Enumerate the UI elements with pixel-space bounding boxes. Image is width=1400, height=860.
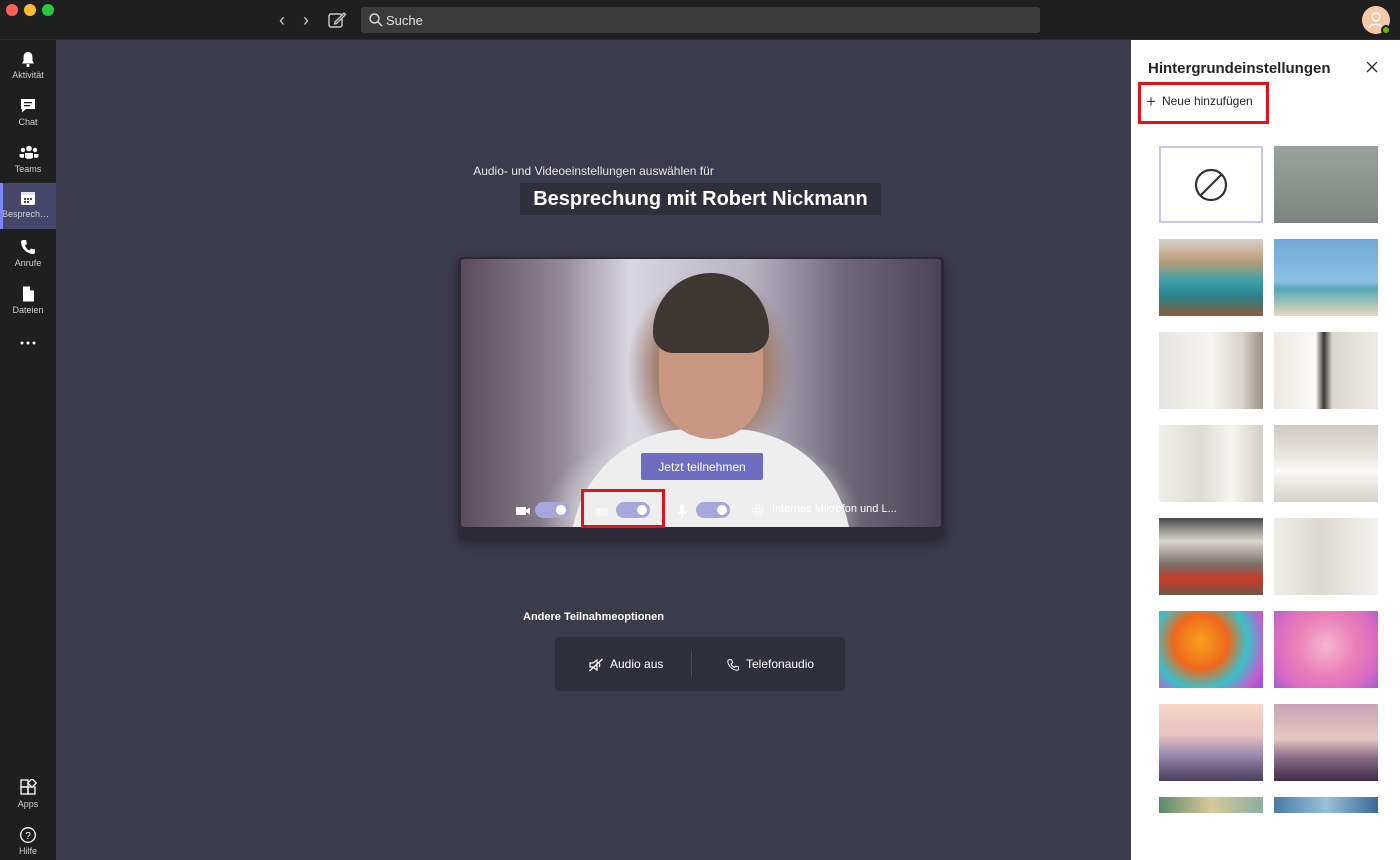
audio-off-label: Audio aus <box>610 657 664 671</box>
background-white-window[interactable] <box>1274 518 1378 595</box>
background-white-loft[interactable] <box>1159 425 1263 502</box>
presence-status-badge <box>1381 25 1391 35</box>
file-icon <box>19 285 37 303</box>
microphone-icon <box>674 503 690 519</box>
bell-icon <box>19 50 37 68</box>
other-options-box: Audio aus Telefonaudio <box>555 637 845 691</box>
background-office-lockers[interactable] <box>1159 239 1263 316</box>
camera-icon <box>515 503 531 519</box>
background-beach[interactable] <box>1274 239 1378 316</box>
help-icon: ? <box>19 826 37 844</box>
background-blur-toggle[interactable] <box>616 502 650 518</box>
meeting-title: Besprechung mit Robert Nickmann <box>520 183 881 215</box>
rail-item-activity[interactable]: Aktivität <box>0 44 56 90</box>
rail-item-label: Besprechun... <box>2 209 56 219</box>
other-options-label: Andere Teilnahmeoptionen <box>523 611 664 623</box>
apps-icon <box>19 777 38 797</box>
new-chat-compose-icon[interactable] <box>326 9 348 31</box>
camera-toggle[interactable] <box>535 502 569 518</box>
close-icon[interactable] <box>1364 59 1380 75</box>
rail-item-label: Teams <box>14 164 42 174</box>
prejoin-subtitle: Audio- und Videoeinstellungen auswählen … <box>473 164 714 178</box>
app-rail: Aktivität Chat Teams Besprechun... Anruf… <box>0 40 56 860</box>
gear-icon[interactable] <box>750 502 766 518</box>
search-input[interactable] <box>386 7 1026 33</box>
zoom-window-button[interactable] <box>42 4 54 16</box>
background-office-lounge[interactable] <box>1159 518 1263 595</box>
phone-audio-option[interactable]: Telefonaudio <box>726 637 814 691</box>
rail-item-label: Anrufe <box>14 258 42 268</box>
video-preview-card: Jetzt teilnehmen Internes Mikrofon und L… <box>458 257 944 539</box>
rail-item-teams[interactable]: Teams <box>0 138 56 184</box>
avatar[interactable] <box>1362 6 1391 35</box>
rail-item-apps[interactable]: Apps <box>0 773 56 819</box>
background-balloons-orange[interactable] <box>1159 611 1263 688</box>
background-white-room-2[interactable] <box>1274 332 1378 409</box>
forward-arrow-icon[interactable]: › <box>296 10 316 30</box>
add-new-background-button[interactable]: + Neue hinzufügen <box>1146 92 1253 114</box>
plus-icon: + <box>1146 92 1156 111</box>
rail-item-chat[interactable]: Chat <box>0 91 56 137</box>
background-thumbnails <box>1131 145 1400 815</box>
join-now-button[interactable]: Jetzt teilnehmen <box>641 453 763 480</box>
panel-title: Hintergrundeinstellungen <box>1148 60 1331 77</box>
phone-audio-label: Telefonaudio <box>746 657 815 671</box>
speaker-off-icon <box>589 658 603 672</box>
teams-icon <box>19 144 39 162</box>
background-city-illustration-2[interactable] <box>1274 797 1378 813</box>
background-blur-icon <box>594 503 610 519</box>
calendar-icon <box>19 189 37 207</box>
background-rock-arch-illustration[interactable] <box>1274 704 1378 781</box>
rail-item-label: Hilfe <box>18 846 37 856</box>
background-balloons-pink[interactable] <box>1274 611 1378 688</box>
device-settings-label[interactable]: Internes Mikrofon und L... <box>772 503 897 515</box>
rail-item-calls[interactable]: Anrufe <box>0 232 56 278</box>
rail-item-label: Aktivität <box>12 70 44 80</box>
rail-item-files[interactable]: Dateien <box>0 279 56 325</box>
back-arrow-icon[interactable]: ‹ <box>272 10 292 30</box>
rail-item-help[interactable]: ? Hilfe <box>0 820 56 860</box>
background-white-studio[interactable] <box>1274 425 1378 502</box>
rail-item-label: Apps <box>17 799 39 809</box>
title-bar: ‹ › <box>0 0 1400 40</box>
minimize-window-button[interactable] <box>24 4 36 16</box>
add-new-label: Neue hinzufügen <box>1161 94 1253 109</box>
phone-icon <box>19 238 37 256</box>
background-blur[interactable] <box>1274 146 1378 223</box>
phone-icon <box>727 659 739 671</box>
audio-off-option[interactable]: Audio aus <box>588 637 663 691</box>
chat-icon <box>19 97 37 115</box>
background-settings-panel: Hintergrundeinstellungen + Neue hinzufüge… <box>1131 40 1400 860</box>
background-none[interactable] <box>1159 146 1263 223</box>
rail-item-label: Dateien <box>12 305 44 315</box>
no-background-icon <box>1194 168 1228 202</box>
rail-item-label: Chat <box>18 117 38 127</box>
microphone-toggle[interactable] <box>696 502 730 518</box>
divider <box>691 651 692 677</box>
background-bridge-illustration[interactable] <box>1159 704 1263 781</box>
search-bar <box>361 7 1040 33</box>
rail-item-more[interactable] <box>0 328 56 366</box>
svg-text:?: ? <box>25 831 31 842</box>
background-city-illustration-1[interactable] <box>1159 797 1263 813</box>
camera-preview: Jetzt teilnehmen Internes Mikrofon und L… <box>461 259 941 527</box>
prejoin-screen: Audio- und Videoeinstellungen auswählen … <box>56 40 1131 860</box>
more-icon <box>19 334 37 352</box>
search-icon <box>368 12 384 28</box>
rail-item-meetings[interactable]: Besprechun... <box>0 183 56 229</box>
close-window-button[interactable] <box>6 4 18 16</box>
background-white-room-1[interactable] <box>1159 332 1263 409</box>
